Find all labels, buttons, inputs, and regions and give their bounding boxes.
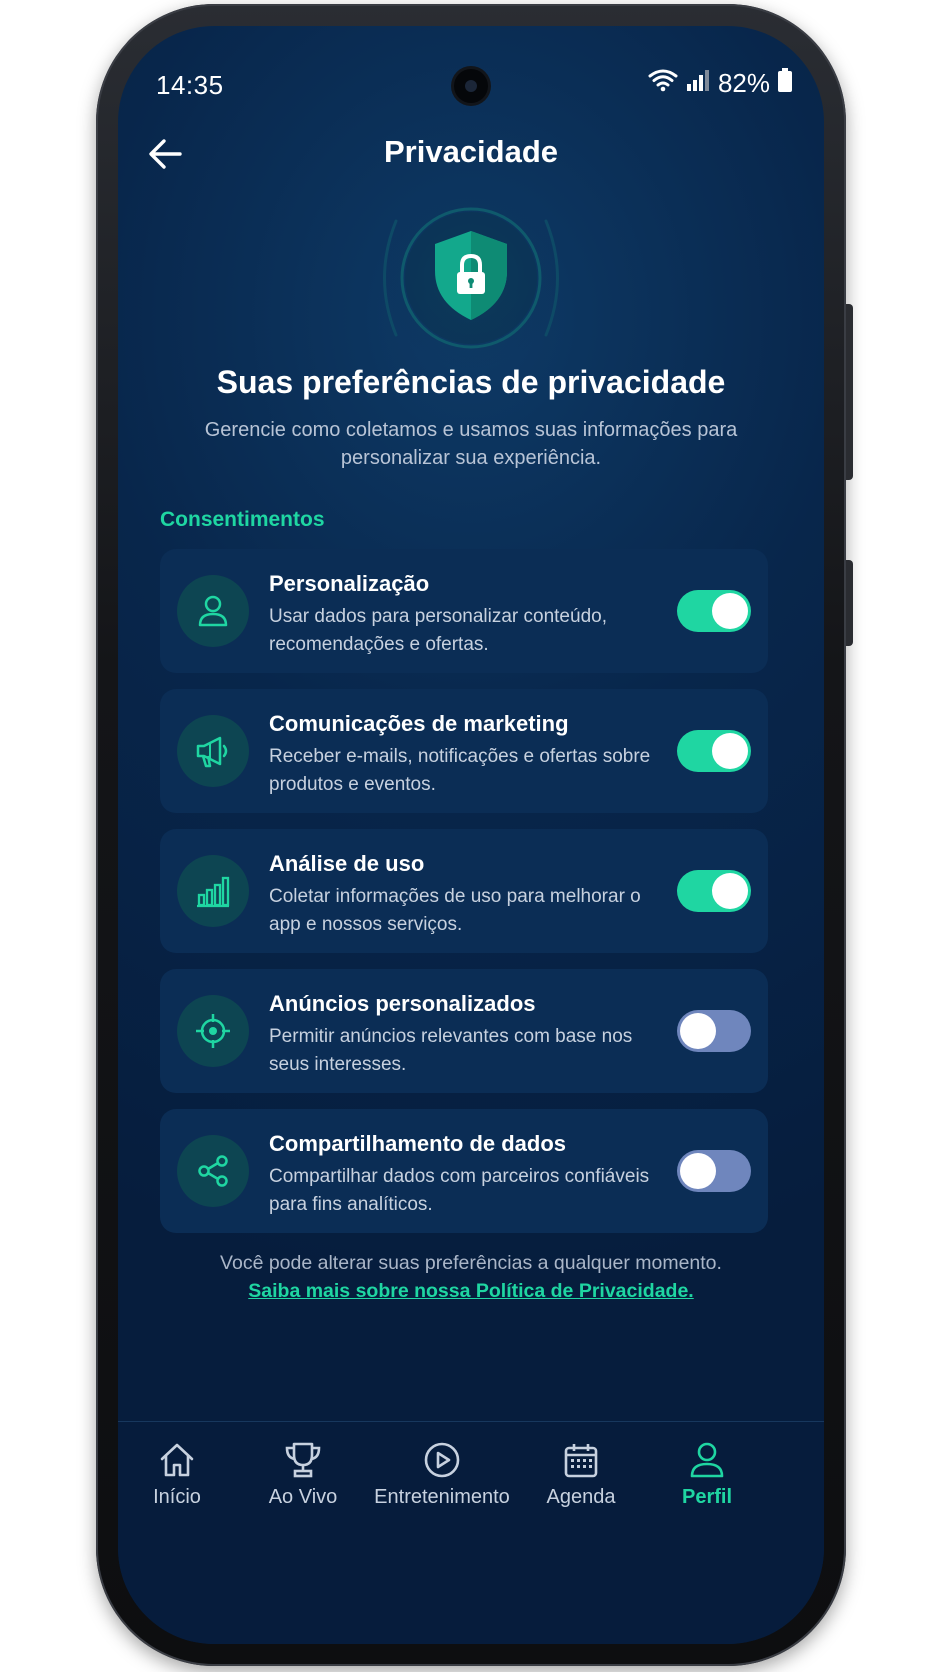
consent-card-compartilhamento: Compartilhamento de dados Compartilhar d…: [160, 1109, 768, 1233]
status-indicators: 82%: [648, 68, 792, 99]
user-icon: [177, 575, 249, 647]
consent-description: Compartilhar dados com parceiros confiáv…: [269, 1166, 650, 1215]
section-label: Consentimentos: [160, 508, 325, 531]
privacy-policy-link[interactable]: Saiba mais sobre nossa Política de Priva…: [118, 1280, 824, 1303]
hero-subtitle: Gerencie como coletamos e usamos suas in…: [204, 419, 738, 469]
consent-description: Coletar informações de uso para melhorar…: [269, 886, 641, 935]
consent-title: Personalização: [269, 571, 430, 596]
toggle-knob: [680, 1013, 716, 1049]
status-time: 14:35: [156, 70, 224, 100]
bar-chart-icon: [177, 855, 249, 927]
battery-icon: [778, 68, 792, 99]
privacy-hero-graphic: [341, 188, 601, 371]
personalization-toggle[interactable]: [677, 590, 751, 632]
toggle-knob: [712, 593, 748, 629]
volume-button: [846, 560, 853, 646]
consent-card-analise: Análise de uso Coletar informações de us…: [160, 829, 768, 953]
page-title: Privacidade: [383, 134, 559, 169]
status-bar: 14:35 82%: [118, 26, 824, 103]
signal-icon: [686, 68, 710, 99]
shield-lock-icon: [381, 188, 561, 368]
share-icon: [177, 1135, 249, 1207]
wifi-icon: [648, 68, 678, 99]
app-header: Privacidade: [118, 116, 824, 186]
consent-title: Análise de uso: [269, 851, 425, 876]
marketing-toggle[interactable]: [677, 730, 751, 772]
battery-level: 82%: [717, 68, 770, 98]
profile-icon: [632, 1440, 782, 1480]
hero-title: Suas preferências de privacidade: [216, 364, 726, 400]
nav-label: Entretenimento: [374, 1486, 510, 1508]
app-screen: 14:35 82% Privacidade Suas preferências …: [118, 26, 824, 1644]
consent-description: Receber e-mails, notificações e ofertas …: [269, 746, 651, 795]
nav-item-ao-vivo[interactable]: Ao Vivo: [228, 1440, 378, 1520]
nav-item-perfil[interactable]: Perfil: [632, 1440, 782, 1520]
consent-title: Anúncios personalizados: [269, 991, 536, 1016]
toggle-knob: [680, 1153, 716, 1189]
phone-frame: 14:35 82% Privacidade Suas preferências …: [96, 4, 853, 1666]
bottom-navigation: Início Ao Vivo Entretenimento Agenda Per…: [118, 1421, 824, 1644]
data-sharing-toggle[interactable]: [677, 1150, 751, 1192]
consent-description: Permitir anúncios relevantes com base no…: [269, 1026, 633, 1075]
consent-card-marketing: Comunicações de marketing Receber e-mail…: [160, 689, 768, 813]
megaphone-icon: [177, 715, 249, 787]
consent-card-anuncios: Anúncios personalizados Permitir anúncio…: [160, 969, 768, 1093]
toggle-knob: [712, 733, 748, 769]
nav-item-entretenimento[interactable]: Entretenimento: [362, 1440, 522, 1520]
toggle-knob: [712, 873, 748, 909]
nav-label: Perfil: [681, 1486, 733, 1508]
play-circle-icon: [362, 1440, 522, 1480]
consent-title: Compartilhamento de dados: [269, 1131, 567, 1156]
nav-label: Ao Vivo: [268, 1486, 338, 1508]
personalized-ads-toggle[interactable]: [677, 1010, 751, 1052]
target-icon: [177, 995, 249, 1067]
trophy-icon: [228, 1440, 378, 1480]
power-button: [846, 304, 853, 480]
consent-description: Usar dados para personalizar conteúdo, r…: [269, 606, 607, 655]
consent-title: Comunicações de marketing: [269, 711, 569, 736]
front-camera: [454, 69, 488, 103]
footer-note: Você pode alterar suas preferências a qu…: [220, 1252, 722, 1274]
usage-analytics-toggle[interactable]: [677, 870, 751, 912]
consent-card-personalizacao: Personalização Usar dados para personali…: [160, 549, 768, 673]
